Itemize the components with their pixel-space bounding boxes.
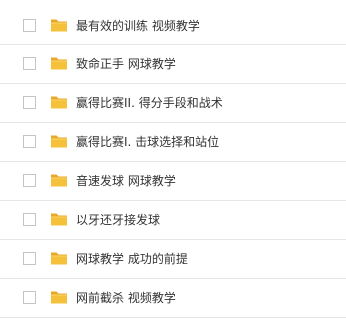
folder-icon	[50, 211, 68, 227]
folder-row[interactable]: 最有效的训练 视频教学	[0, 7, 346, 45]
folder-icon	[50, 289, 68, 305]
folder-icon	[50, 17, 68, 33]
row-checkbox[interactable]	[23, 57, 36, 70]
folder-row[interactable]: 网球教学 成功的前提	[0, 240, 346, 279]
row-checkbox[interactable]	[23, 174, 36, 187]
folder-icon	[50, 172, 68, 188]
folder-name[interactable]: 赢得比赛I. 击球选择和站位	[76, 134, 219, 150]
folder-name[interactable]: 最有效的训练 视频教学	[76, 18, 200, 34]
folder-row[interactable]: 赢得比赛I. 击球选择和站位	[0, 123, 346, 162]
folder-icon	[50, 94, 68, 110]
folder-name[interactable]: 网前截杀 视频教学	[76, 290, 176, 306]
row-checkbox[interactable]	[23, 291, 36, 304]
row-checkbox[interactable]	[23, 213, 36, 226]
folder-name[interactable]: 赢得比赛II. 得分手段和战术	[76, 95, 223, 111]
folder-row[interactable]: 音速发球 网球教学	[0, 162, 346, 201]
folder-name[interactable]: 致命正手 网球教学	[76, 56, 176, 72]
row-checkbox[interactable]	[23, 135, 36, 148]
folder-list: 最有效的训练 视频教学 致命正手 网球教学 赢得比赛II. 得分手段和战术 赢得…	[0, 7, 346, 318]
folder-icon	[50, 133, 68, 149]
folder-name[interactable]: 以牙还牙接发球	[76, 212, 160, 228]
row-checkbox[interactable]	[23, 96, 36, 109]
folder-row[interactable]: 以牙还牙接发球	[0, 201, 346, 240]
folder-row[interactable]: 网前截杀 视频教学	[0, 279, 346, 318]
folder-icon	[50, 55, 68, 71]
row-checkbox[interactable]	[23, 252, 36, 265]
folder-row[interactable]: 赢得比赛II. 得分手段和战术	[0, 84, 346, 123]
folder-name[interactable]: 音速发球 网球教学	[76, 173, 176, 189]
folder-icon	[50, 250, 68, 266]
folder-name[interactable]: 网球教学 成功的前提	[76, 251, 188, 267]
row-checkbox[interactable]	[23, 19, 36, 32]
folder-row[interactable]: 致命正手 网球教学	[0, 45, 346, 84]
